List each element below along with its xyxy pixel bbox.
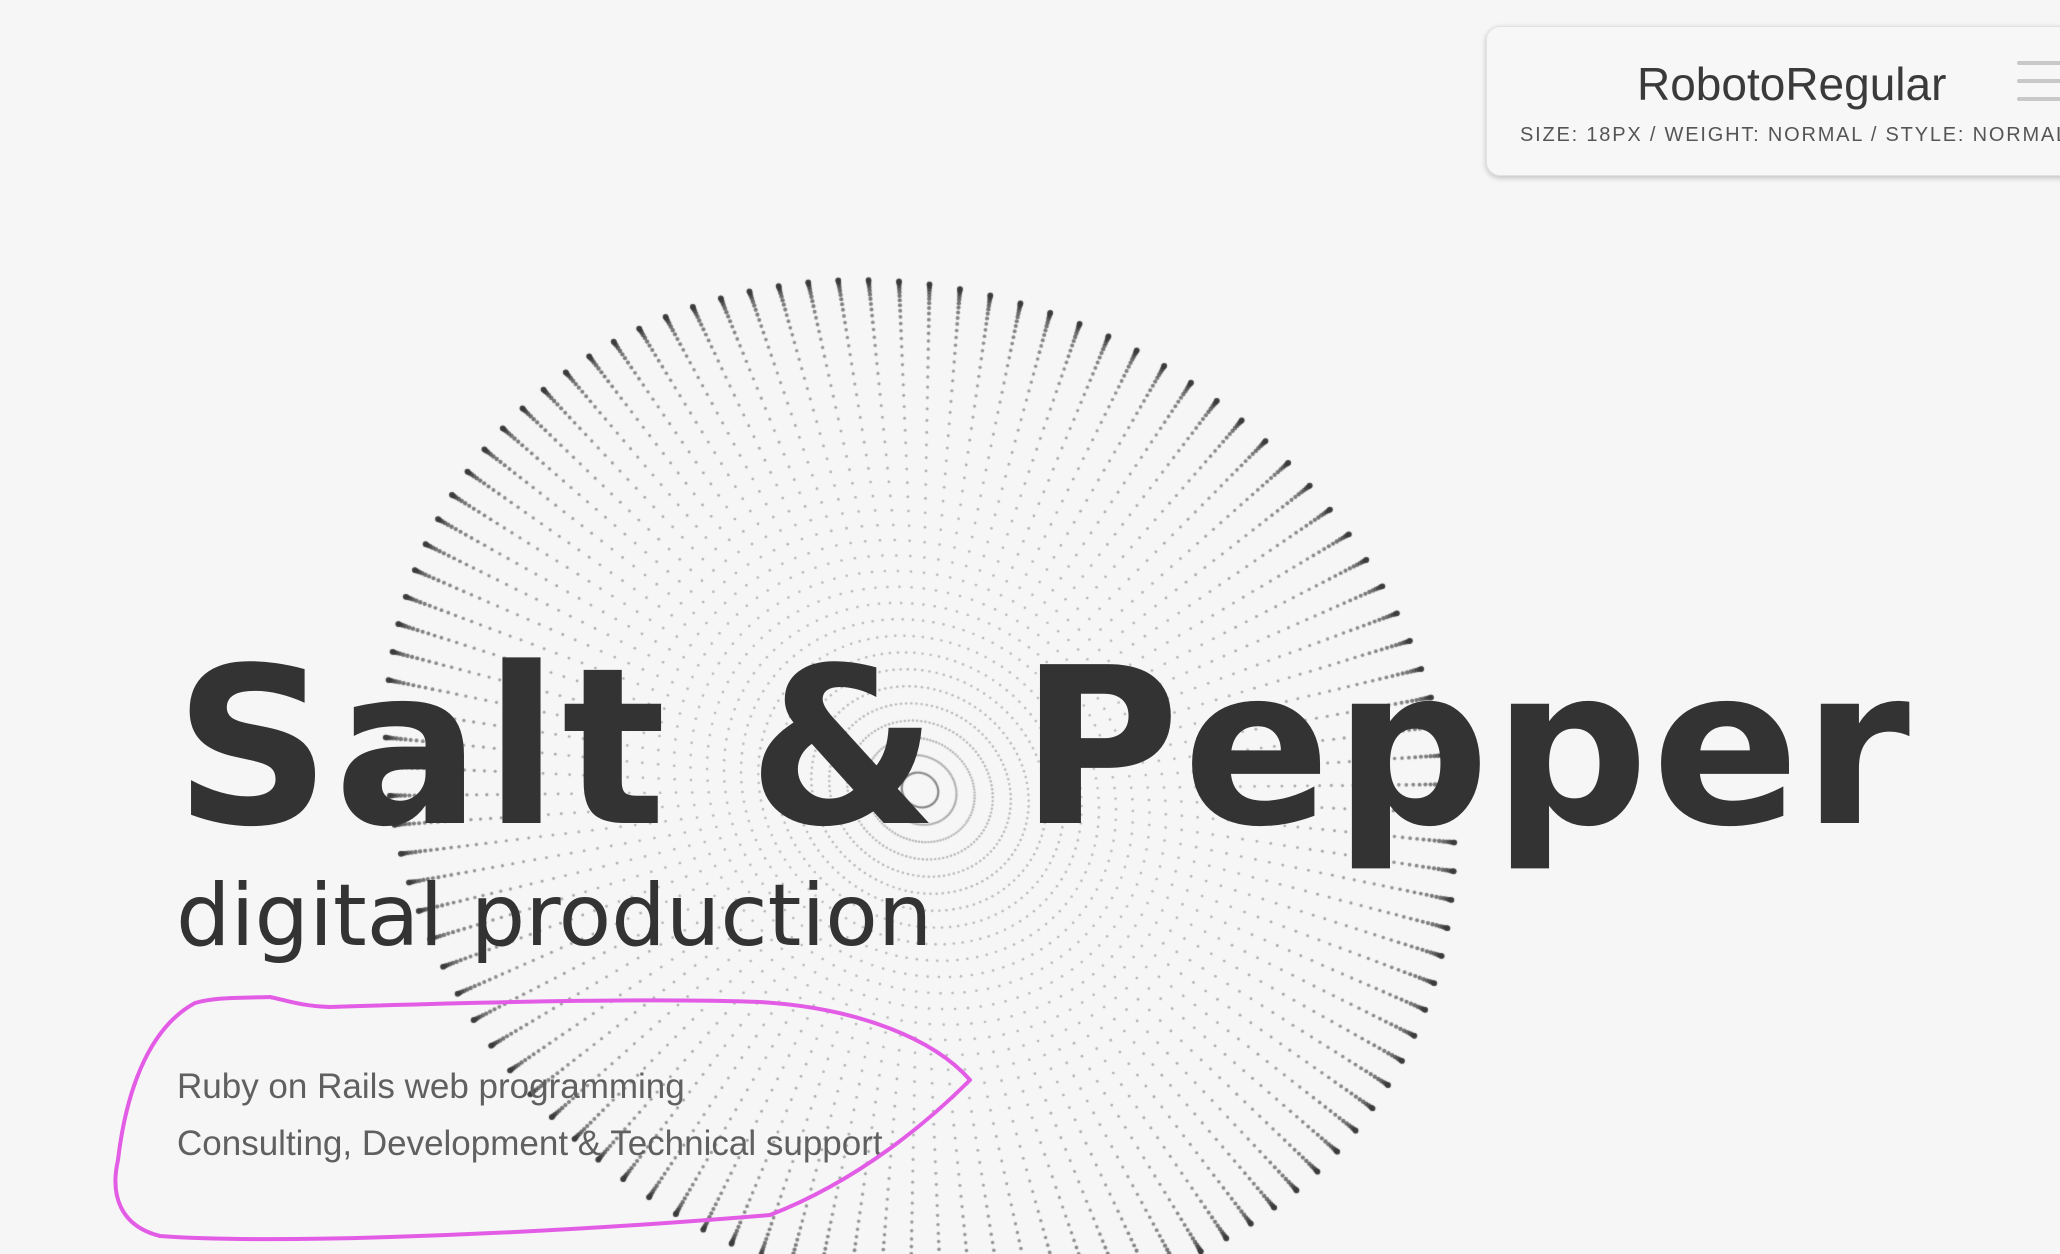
- menu-icon-bar: [2017, 97, 2060, 101]
- menu-icon-bar: [2017, 61, 2060, 65]
- menu-icon[interactable]: [2017, 57, 2060, 105]
- hero-section: Salt & Pepper digital production Ruby on…: [0, 0, 2060, 1254]
- font-inspector-panel: RobotoRegular SIZE: 18PX / WEIGHT: NORMA…: [1486, 26, 2060, 176]
- inspector-font-details: SIZE: 18PX / WEIGHT: NORMAL / STYLE: NOR…: [1520, 124, 2060, 146]
- hero-subtitle: digital production: [176, 866, 933, 966]
- service-item-rails: Ruby on Rails web programming: [177, 1067, 685, 1106]
- menu-icon-bar: [2017, 79, 2060, 83]
- hero-title: Salt & Pepper: [174, 622, 1914, 875]
- service-item-consulting: Consulting, Development & Technical supp…: [177, 1124, 883, 1163]
- inspector-font-name: RobotoRegular: [1637, 58, 1947, 110]
- services-list: Ruby on Rails web programming Consulting…: [177, 1058, 883, 1172]
